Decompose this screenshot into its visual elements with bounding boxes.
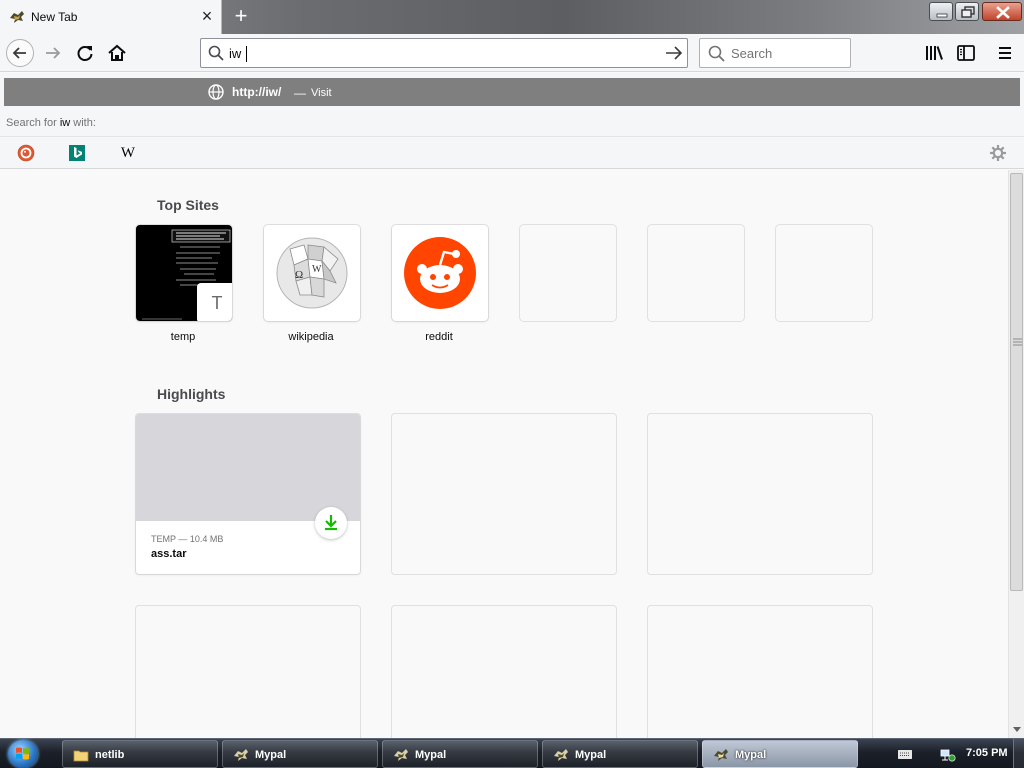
mypal-icon bbox=[714, 749, 728, 761]
sidebar-icon[interactable] bbox=[955, 42, 977, 64]
highlight-card[interactable]: TEMP — 10.4 MB ass.tar bbox=[136, 414, 360, 574]
network-icon[interactable] bbox=[940, 747, 956, 763]
windows-logo-icon bbox=[16, 747, 29, 760]
visit-suggestion[interactable]: http://iw/ — Visit bbox=[4, 78, 1020, 106]
globe-icon bbox=[208, 84, 224, 100]
gear-icon[interactable] bbox=[989, 144, 1007, 162]
top-site-label: wikipedia bbox=[288, 331, 334, 343]
top-site-label: temp bbox=[170, 331, 196, 343]
temp-letter-badge: T bbox=[197, 283, 232, 321]
scrollbar-thumb[interactable] bbox=[1010, 173, 1023, 591]
search-term: iw bbox=[59, 117, 71, 129]
taskbar-item-label: Mypal bbox=[415, 749, 447, 761]
search-icon bbox=[208, 45, 224, 61]
close-icon bbox=[996, 6, 1010, 19]
card-title: ass.tar bbox=[151, 548, 187, 560]
taskbar: netlib Mypal Mypal Mypal Mypal 7:05 PM bbox=[0, 738, 1024, 768]
text-caret bbox=[246, 46, 247, 62]
tab-new-tab[interactable]: New Tab × bbox=[0, 0, 222, 34]
home-icon[interactable] bbox=[106, 42, 128, 64]
close-window-button[interactable] bbox=[982, 2, 1022, 21]
taskbar-clock[interactable]: 7:05 PM bbox=[966, 747, 1008, 759]
minimize-icon bbox=[936, 13, 948, 18]
go-arrow-icon[interactable] bbox=[665, 45, 683, 61]
vertical-scrollbar[interactable] bbox=[1008, 170, 1024, 738]
new-tab-button[interactable]: + bbox=[230, 5, 252, 27]
search-with-label: Search for iw with: bbox=[6, 117, 96, 129]
highlight-placeholder bbox=[392, 606, 616, 738]
taskbar-item-label: Mypal bbox=[575, 749, 607, 761]
minimize-button[interactable] bbox=[929, 2, 953, 21]
top-site-label: reddit bbox=[425, 331, 453, 343]
search-bar[interactable] bbox=[699, 38, 851, 68]
url-bar[interactable] bbox=[200, 38, 688, 68]
show-desktop-button[interactable] bbox=[1013, 739, 1024, 768]
highlight-placeholder bbox=[136, 606, 360, 738]
top-site-temp[interactable]: T bbox=[136, 225, 232, 321]
mypal-icon bbox=[234, 749, 248, 761]
wikipedia-icon[interactable]: W bbox=[119, 144, 137, 162]
highlights-title: Highlights bbox=[157, 386, 226, 402]
taskbar-item-netlib[interactable]: netlib bbox=[62, 740, 218, 768]
svg-text:W: W bbox=[312, 264, 322, 275]
taskbar-item-mypal[interactable]: Mypal bbox=[222, 740, 378, 768]
top-site-placeholder bbox=[776, 225, 872, 321]
tab-title: New Tab bbox=[31, 10, 78, 24]
download-icon bbox=[325, 515, 337, 531]
back-button[interactable] bbox=[6, 39, 34, 67]
duckduckgo-icon[interactable] bbox=[17, 144, 35, 162]
mypal-icon bbox=[554, 749, 568, 761]
folder-icon bbox=[73, 750, 89, 762]
download-badge bbox=[315, 507, 347, 539]
taskbar-item-mypal[interactable]: Mypal bbox=[542, 740, 698, 768]
highlight-placeholder bbox=[648, 606, 872, 738]
mypal-icon bbox=[394, 749, 408, 761]
taskbar-item-mypal-active[interactable]: Mypal bbox=[702, 740, 858, 768]
close-tab-icon[interactable]: × bbox=[199, 7, 215, 25]
card-context: TEMP — 10.4 MB bbox=[151, 534, 224, 544]
top-sites-title: Top Sites bbox=[157, 197, 219, 213]
reload-icon[interactable] bbox=[74, 42, 96, 64]
taskbar-item-label: Mypal bbox=[735, 749, 767, 761]
search-with-prefix: Search for bbox=[6, 117, 60, 129]
top-site-placeholder bbox=[520, 225, 616, 321]
scroll-down-arrow-icon[interactable] bbox=[1013, 727, 1021, 733]
title-bar: New Tab × + bbox=[0, 0, 1024, 34]
highlight-placeholder bbox=[392, 414, 616, 574]
top-site-placeholder bbox=[648, 225, 744, 321]
search-input[interactable] bbox=[731, 46, 841, 61]
suggestion-separator: — bbox=[294, 86, 306, 100]
search-icon bbox=[708, 45, 725, 62]
bing-icon[interactable] bbox=[68, 144, 86, 162]
svg-text:Ω: Ω bbox=[295, 269, 303, 281]
one-off-search-engines: W bbox=[0, 136, 1024, 168]
mypal-icon bbox=[10, 11, 24, 23]
taskbar-item-label: netlib bbox=[95, 749, 125, 761]
url-input[interactable] bbox=[229, 44, 649, 62]
forward-arrow-icon[interactable] bbox=[42, 42, 64, 64]
keyboard-icon[interactable] bbox=[898, 750, 912, 759]
new-tab-page: Top Sites T temp Ω W wikipedia reddit Hi… bbox=[0, 170, 1008, 738]
library-icon[interactable] bbox=[923, 42, 945, 64]
grip-icon bbox=[1013, 338, 1022, 346]
top-site-wikipedia[interactable]: Ω W bbox=[264, 225, 360, 321]
navigation-toolbar bbox=[0, 34, 1024, 72]
restore-button[interactable] bbox=[955, 2, 979, 21]
suggestion-url: http://iw/ bbox=[232, 85, 282, 99]
back-arrow-icon bbox=[12, 47, 26, 59]
card-preview bbox=[136, 414, 360, 521]
wikipedia-globe-icon: Ω W bbox=[276, 237, 348, 309]
menu-icon[interactable] bbox=[994, 42, 1016, 64]
taskbar-item-label: Mypal bbox=[255, 749, 287, 761]
search-with-suffix: with: bbox=[70, 117, 96, 129]
top-site-reddit[interactable] bbox=[392, 225, 488, 321]
url-dropdown: http://iw/ — Visit Search for iw with: W bbox=[0, 73, 1024, 169]
highlight-placeholder bbox=[648, 414, 872, 574]
taskbar-item-mypal[interactable]: Mypal bbox=[382, 740, 538, 768]
reddit-logo-icon bbox=[404, 237, 476, 309]
suggestion-action: Visit bbox=[311, 87, 332, 99]
restore-icon bbox=[961, 6, 975, 18]
start-button[interactable] bbox=[8, 740, 38, 768]
